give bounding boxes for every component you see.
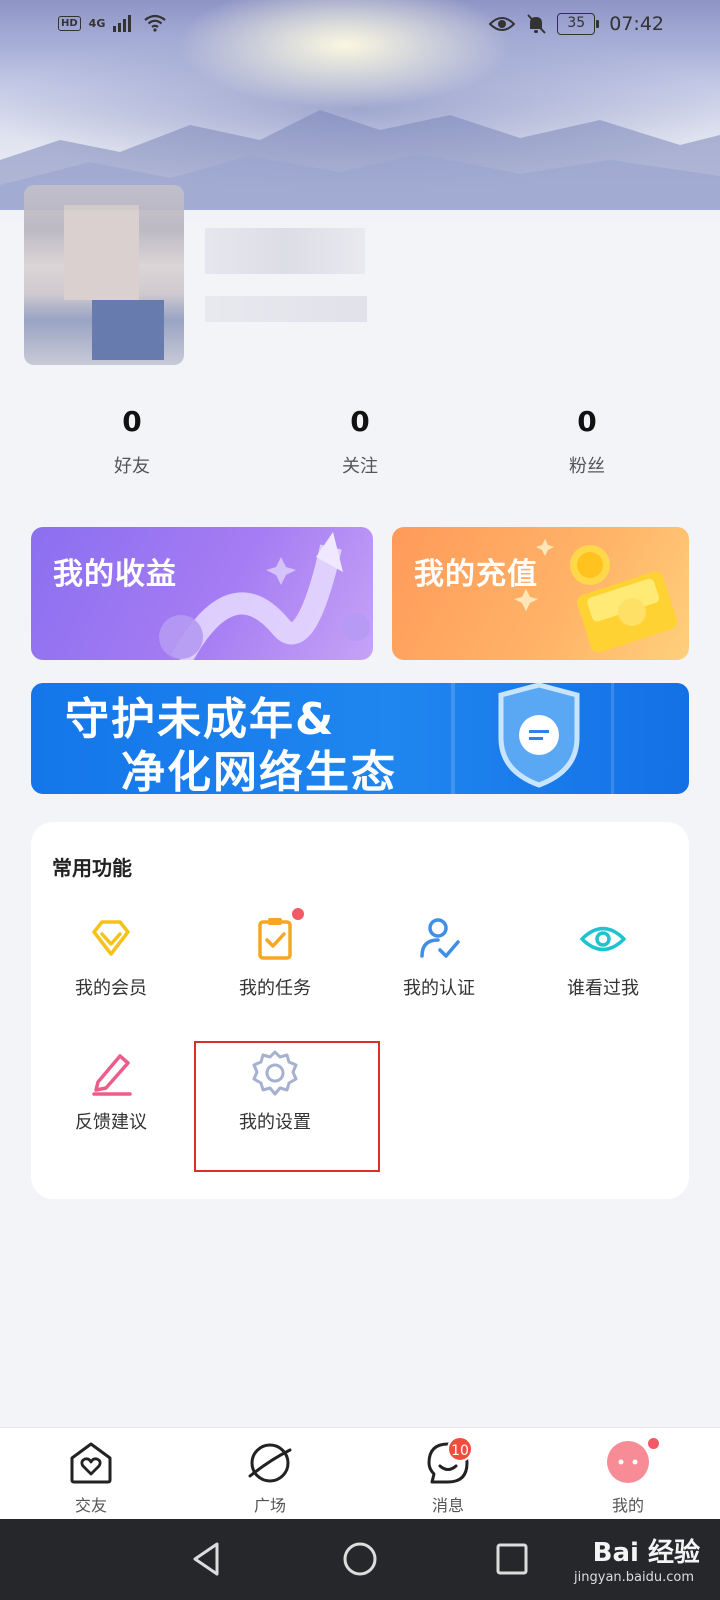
avatar-face-blur bbox=[64, 205, 139, 300]
recents-icon[interactable] bbox=[492, 1539, 532, 1579]
bottom-navigation: 交友 广场 10 消息 我的 bbox=[0, 1427, 720, 1519]
diamond-icon bbox=[92, 920, 130, 956]
recharge-title: 我的充值 bbox=[414, 557, 538, 592]
nav-square[interactable]: 广场 bbox=[225, 1440, 315, 1516]
stat-value: 0 bbox=[122, 405, 142, 438]
nav-label: 我的 bbox=[611, 1496, 644, 1515]
banner-line-2: 净化网络生态 bbox=[121, 747, 397, 794]
nav-label: 交友 bbox=[74, 1496, 107, 1515]
notification-dot bbox=[648, 1438, 659, 1449]
nav-label: 广场 bbox=[253, 1496, 286, 1515]
nav-label: 消息 bbox=[431, 1496, 464, 1515]
nav-make-friends[interactable]: 交友 bbox=[46, 1440, 136, 1516]
feedback-item[interactable]: 反馈建议 bbox=[41, 1048, 181, 1134]
signal-icon bbox=[113, 15, 132, 32]
visitors-label: 谁看过我 bbox=[567, 978, 639, 999]
mute-bell-icon bbox=[527, 14, 546, 34]
verification-label: 我的认证 bbox=[403, 978, 475, 999]
stat-label: 关注 bbox=[342, 456, 378, 477]
notification-dot bbox=[292, 908, 304, 920]
stat-value: 0 bbox=[577, 405, 597, 438]
stat-fans[interactable]: 0 粉丝 bbox=[527, 405, 647, 478]
stat-value: 0 bbox=[350, 405, 370, 438]
stat-friends[interactable]: 0 好友 bbox=[72, 405, 192, 478]
battery-indicator: 35 bbox=[557, 13, 600, 35]
stat-label: 粉丝 bbox=[569, 456, 605, 477]
watermark-url: jingyan.baidu.com bbox=[574, 1570, 694, 1585]
baidu-watermark: Bai 经验 bbox=[592, 1538, 700, 1568]
stat-label: 好友 bbox=[114, 456, 150, 477]
visitors-item[interactable]: 谁看过我 bbox=[533, 914, 673, 1000]
tasks-label: 我的任务 bbox=[239, 978, 311, 999]
status-bar: HD 4G 35 07:42 bbox=[0, 0, 720, 52]
earnings-title: 我的收益 bbox=[53, 557, 177, 592]
home-heart-icon bbox=[70, 1442, 112, 1484]
back-icon[interactable] bbox=[187, 1539, 227, 1579]
avatar-body-blur bbox=[92, 300, 164, 360]
nav-messages[interactable]: 10 消息 bbox=[403, 1436, 493, 1516]
planet-icon bbox=[248, 1443, 292, 1483]
hd-icon: HD bbox=[58, 15, 81, 31]
recharge-card[interactable]: 我的充值 bbox=[392, 527, 689, 660]
section-title: 常用功能 bbox=[52, 856, 132, 880]
verification-item[interactable]: 我的认证 bbox=[369, 914, 509, 1000]
pen-icon bbox=[92, 1054, 132, 1096]
clipboard-check-icon bbox=[258, 918, 292, 960]
member-label: 我的会员 bbox=[75, 978, 147, 999]
user-id-blur bbox=[205, 296, 367, 322]
tasks-item[interactable]: 我的任务 bbox=[205, 908, 345, 1000]
wifi-icon bbox=[144, 14, 167, 32]
stat-following[interactable]: 0 关注 bbox=[300, 405, 420, 478]
profile-blob-icon bbox=[607, 1441, 649, 1483]
settings-highlight-box bbox=[194, 1041, 380, 1172]
feedback-label: 反馈建议 bbox=[75, 1112, 147, 1133]
home-icon[interactable] bbox=[340, 1539, 380, 1579]
unread-badge: 10 bbox=[447, 1436, 473, 1462]
username-blur bbox=[205, 228, 365, 274]
clock: 07:42 bbox=[609, 13, 664, 35]
minor-protection-banner[interactable]: 守护未成年& 净化网络生态 bbox=[31, 683, 689, 794]
eye-comfort-icon bbox=[489, 17, 516, 31]
user-verified-icon bbox=[420, 918, 460, 958]
growth-arrow-icon bbox=[159, 532, 370, 660]
member-item[interactable]: 我的会员 bbox=[41, 914, 181, 1000]
nav-mine[interactable]: 我的 bbox=[583, 1438, 673, 1516]
eye-icon bbox=[580, 926, 626, 952]
earnings-card[interactable]: 我的收益 bbox=[31, 527, 373, 660]
network-type: 4G bbox=[88, 16, 106, 30]
treasure-chest-icon bbox=[514, 539, 677, 653]
avatar[interactable] bbox=[24, 185, 184, 365]
